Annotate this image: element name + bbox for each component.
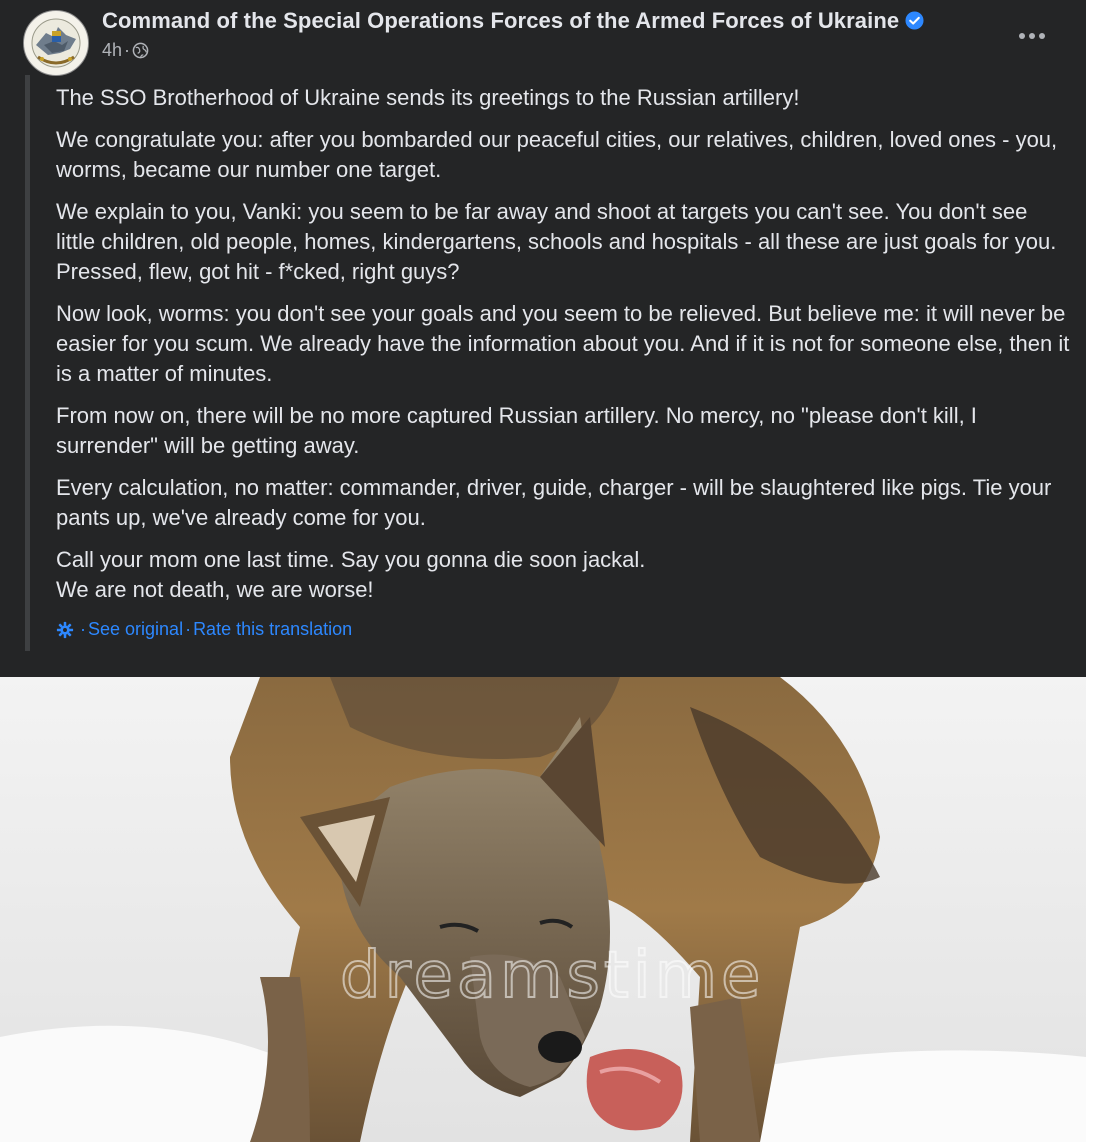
post-meta: 4h ·	[102, 40, 149, 61]
post-paragraph: We congratulate you: after you bombarded…	[56, 127, 1058, 182]
page-name-link[interactable]: Command of the Special Operations Forces…	[102, 8, 924, 34]
verified-badge-icon	[905, 11, 924, 30]
watermark-text: dreamstime	[340, 939, 764, 1013]
gear-icon	[56, 621, 74, 638]
globe-icon[interactable]	[132, 42, 149, 59]
post-image[interactable]: dreamstime	[0, 677, 1086, 1142]
translation-bar: · See original · Rate this translation	[56, 619, 352, 640]
wolf-photo: dreamstime	[0, 677, 1086, 1142]
meta-separator: ·	[124, 40, 131, 60]
post-paragraph: We explain to you, Vanki: you seem to be…	[56, 199, 1057, 284]
page-avatar[interactable]	[23, 10, 89, 76]
translation-separator: ·	[80, 619, 86, 639]
post-paragraph: Now look, worms: you don't see your goal…	[56, 301, 1070, 386]
translation-quote-bar	[25, 75, 30, 651]
more-options-icon	[1019, 33, 1045, 39]
post-card: Command of the Special Operations Forces…	[0, 0, 1086, 1142]
page-background	[1086, 0, 1100, 1142]
translation-separator: ·	[185, 619, 192, 639]
post-text: The SSO Brotherhood of Ukraine sends its…	[56, 83, 1072, 617]
page-name-text[interactable]: Command of the Special Operations Forces…	[102, 8, 899, 33]
sso-emblem-icon	[26, 13, 86, 73]
post-paragraph: From now on, there will be no more captu…	[56, 403, 977, 458]
post-timestamp[interactable]: 4h	[102, 40, 122, 61]
post-paragraph: Every calculation, no matter: commander,…	[56, 475, 1052, 530]
more-options-button[interactable]	[1012, 22, 1052, 50]
post-paragraph: The SSO Brotherhood of Ukraine sends its…	[56, 85, 800, 110]
see-original-link[interactable]: See original	[88, 619, 183, 640]
post-paragraph: Call your mom one last time. Say you gon…	[56, 547, 646, 602]
rate-translation-link[interactable]: Rate this translation	[193, 619, 352, 640]
